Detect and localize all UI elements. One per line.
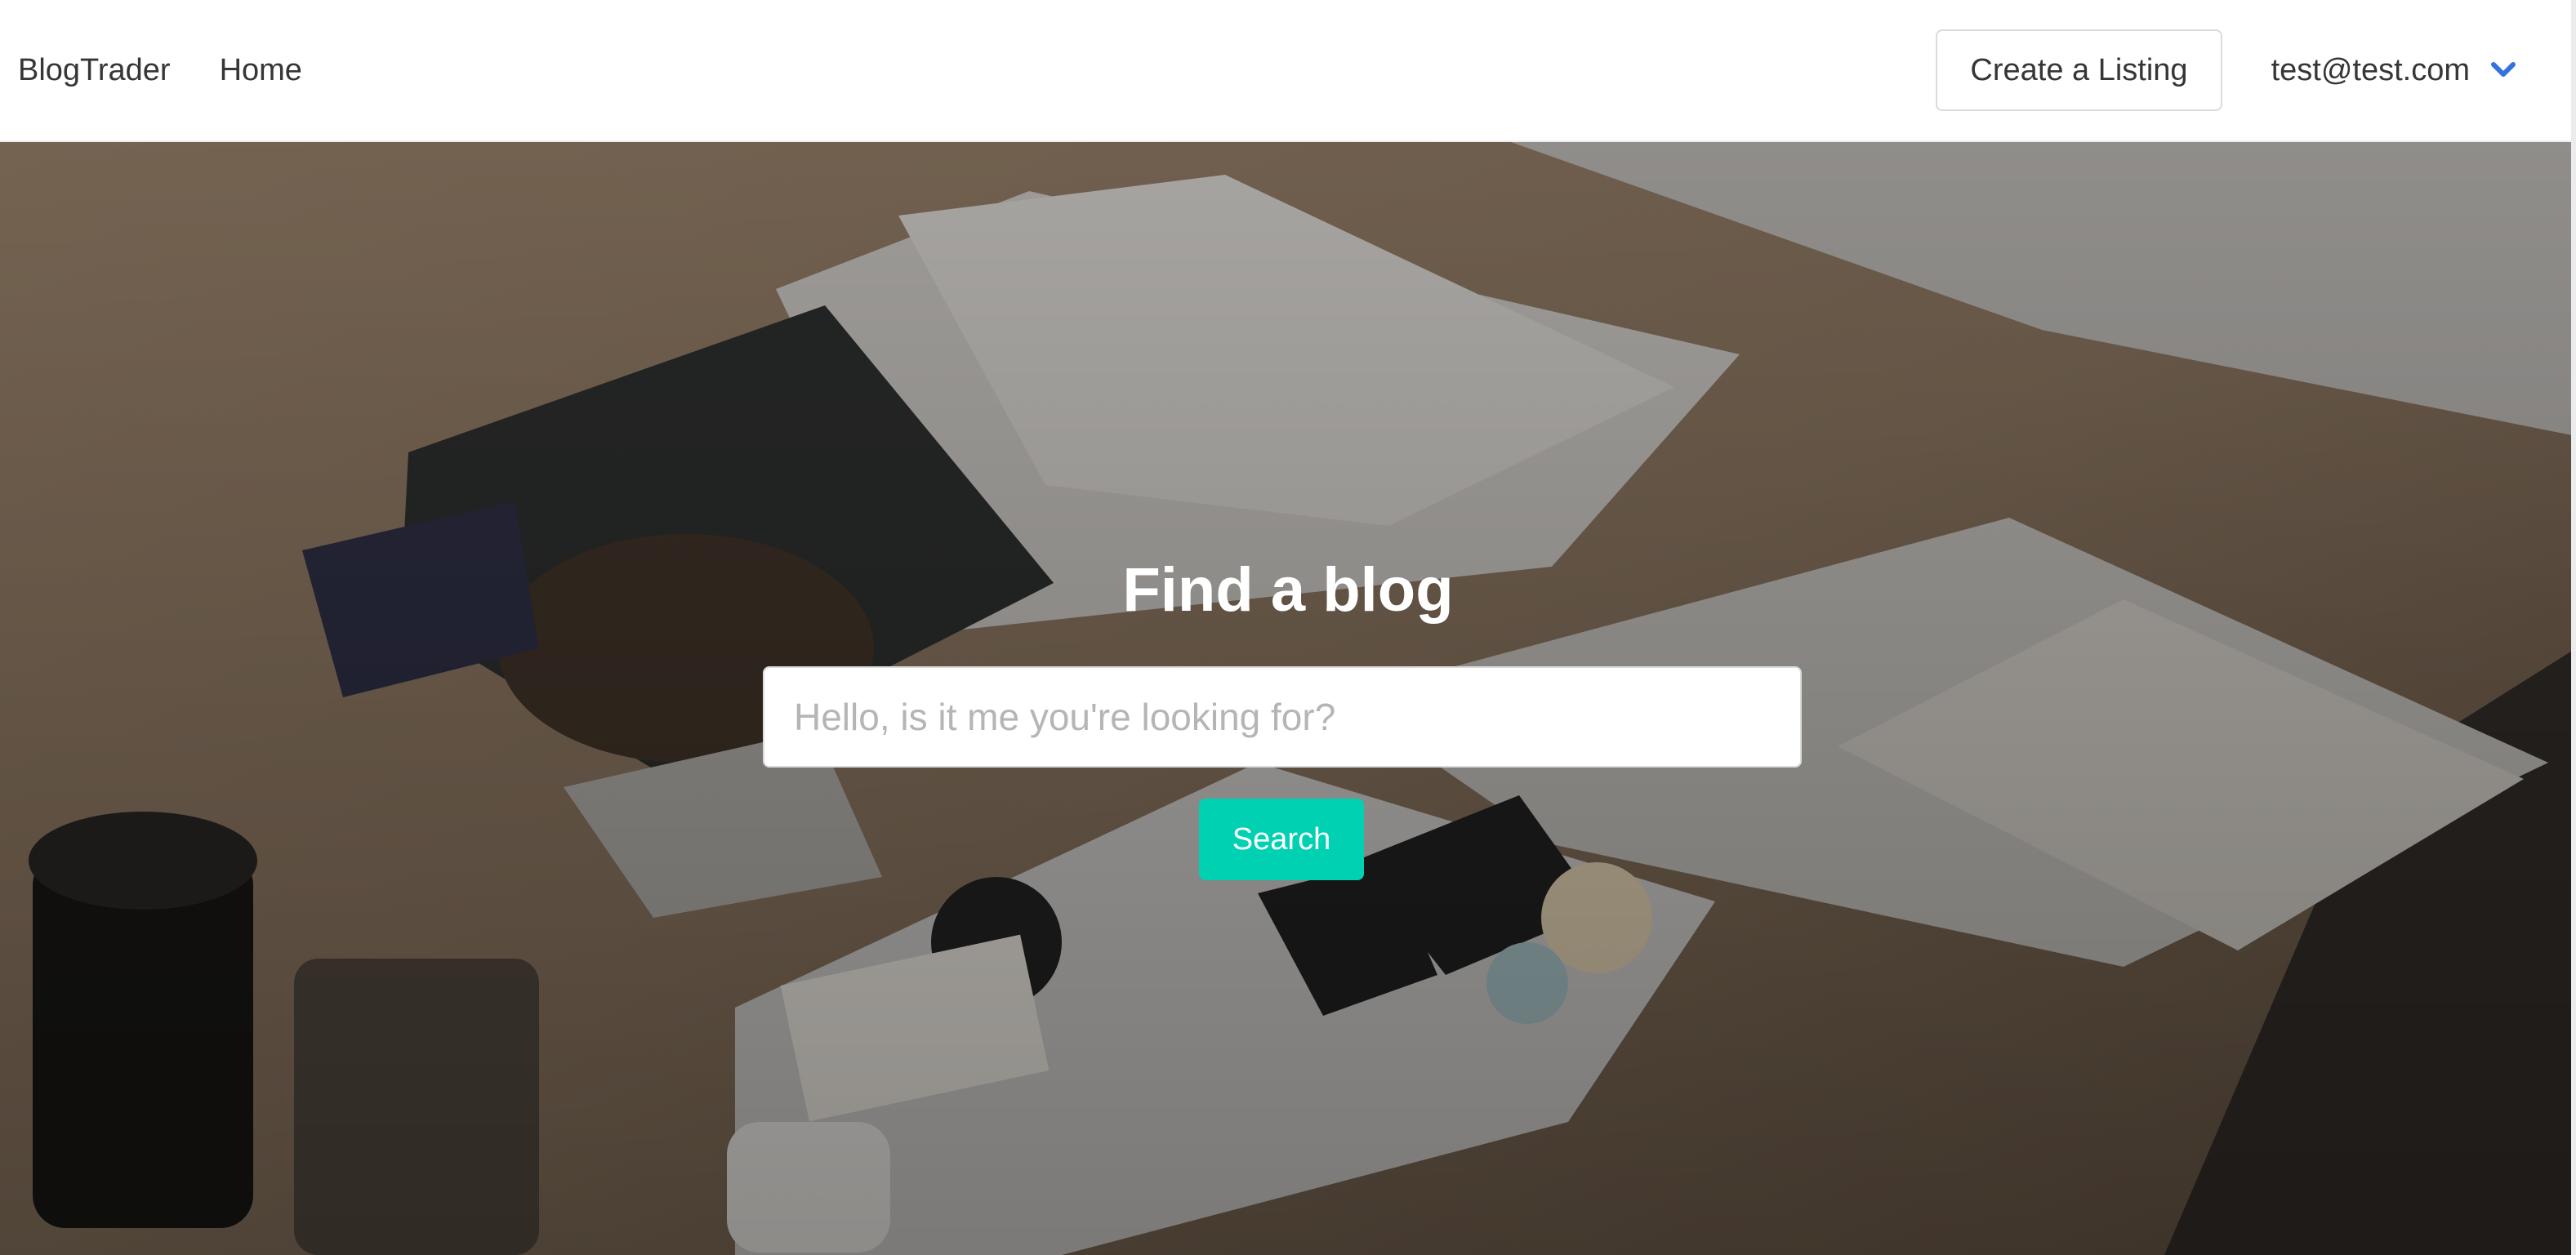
top-navbar: BlogTrader Home Create a Listing test@te… bbox=[0, 0, 2576, 142]
hero-title: Find a blog bbox=[1122, 555, 1454, 625]
brand-link[interactable]: BlogTrader bbox=[18, 53, 171, 88]
blog-search-input[interactable] bbox=[763, 666, 1802, 768]
hero-content: Find a blog Search bbox=[0, 142, 2576, 1255]
create-listing-button[interactable]: Create a Listing bbox=[1936, 29, 2222, 111]
page-scrollbar[interactable] bbox=[2571, 0, 2576, 1255]
search-button[interactable]: Search bbox=[1199, 799, 1364, 880]
home-link[interactable]: Home bbox=[220, 53, 302, 88]
nav-left: BlogTrader Home bbox=[18, 53, 302, 88]
hero-section: Find a blog Search bbox=[0, 142, 2576, 1255]
user-menu-dropdown[interactable]: test@test.com bbox=[2271, 53, 2516, 88]
nav-right: Create a Listing test@test.com bbox=[1936, 29, 2558, 111]
user-email: test@test.com bbox=[2271, 52, 2470, 87]
chevron-down-icon bbox=[2491, 62, 2516, 77]
